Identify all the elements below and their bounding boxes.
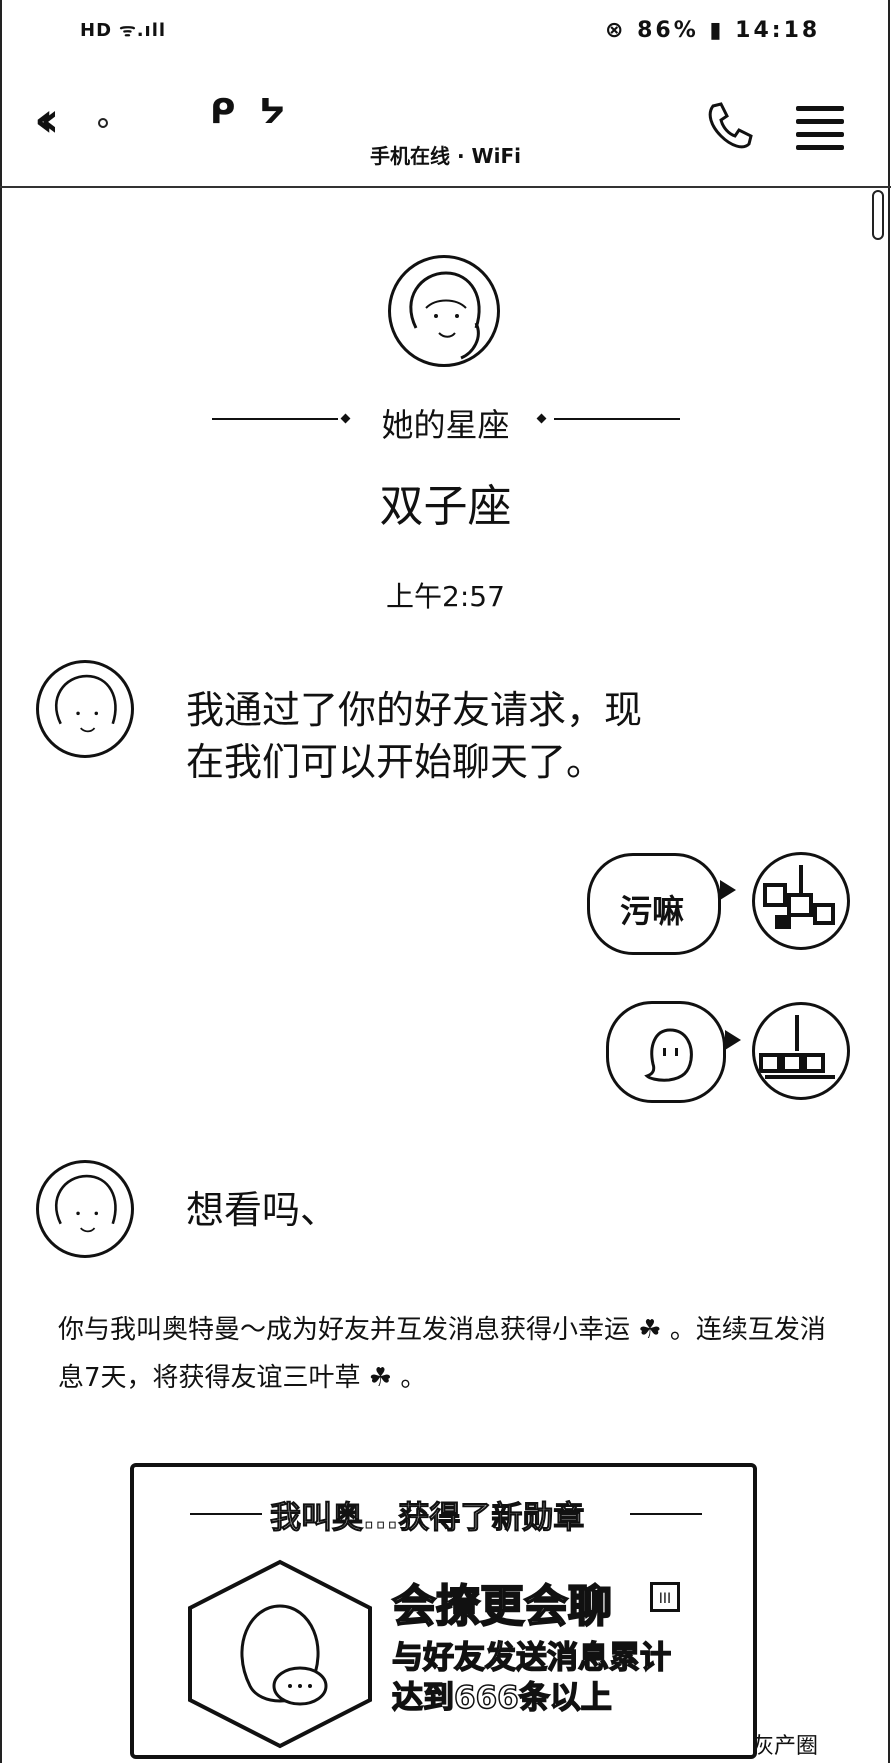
status-bar-battery-time: ⊗ 86% ▮ 14:18 [605, 18, 821, 43]
badge-name: 会撩更会聊 [391, 1580, 613, 1633]
badge-description: 与好友发送消息累计 达到666条以上 [391, 1639, 672, 1717]
message-bubble[interactable]: 污嘛 [587, 853, 721, 955]
left-border [0, 0, 2, 1763]
online-status: 手机在线 · WiFi [370, 144, 521, 168]
divider-right [554, 418, 680, 420]
chat-header [0, 70, 891, 188]
message-timestamp: 上午2:57 [386, 580, 505, 613]
message-bubble-emoji[interactable] [606, 1001, 726, 1103]
pixel-avatar-icon [759, 1015, 835, 1079]
contact-avatar-large[interactable] [388, 255, 500, 367]
watermark: 灰产圈 [752, 1734, 819, 1759]
message-text: 污嘛 [620, 892, 685, 930]
contact-avatar[interactable] [36, 1160, 134, 1258]
message-text[interactable]: 我通过了你的好友请求，现 在我们可以开始聊天了。 [186, 684, 642, 788]
my-avatar[interactable] [752, 852, 850, 950]
badge-header: 我叫奥...获得了新勋章 [269, 1500, 585, 1537]
bubble-tail [725, 1030, 741, 1050]
girl-avatar-icon [409, 271, 481, 360]
back-button[interactable]: ‹‹ [34, 96, 59, 144]
system-notice: 你与我叫奥特曼～成为好友并互发消息获得小幸运 ☘ 。连续互发消息7天，将获得友谊… [58, 1315, 826, 1393]
right-border [888, 0, 890, 1763]
bubble-tail [720, 880, 736, 900]
pixel-avatar-icon [763, 865, 835, 929]
girl-avatar-icon [54, 1174, 117, 1233]
contact-avatar[interactable] [36, 660, 134, 758]
badge-divider-left [190, 1513, 262, 1515]
badge-divider-right [630, 1513, 702, 1515]
my-avatar[interactable] [752, 1002, 850, 1100]
scrollbar[interactable] [872, 190, 884, 240]
hexagon-badge-icon [188, 1559, 372, 1749]
badge-level: III [650, 1582, 680, 1612]
constellation-value: 双子座 [379, 481, 512, 532]
status-bar-signal: HD ᯤ.ıll [80, 20, 167, 41]
unread-dot-icon [98, 118, 108, 128]
girl-avatar-icon [54, 674, 117, 733]
contact-name: ᑭ ᔭ [210, 92, 292, 132]
message-text[interactable]: 想看吗、 [186, 1184, 338, 1236]
menu-icon[interactable] [796, 106, 844, 150]
phone-icon[interactable] [703, 100, 755, 152]
constellation-label: 她的星座 [381, 406, 510, 444]
ghost-icon [644, 1028, 693, 1082]
